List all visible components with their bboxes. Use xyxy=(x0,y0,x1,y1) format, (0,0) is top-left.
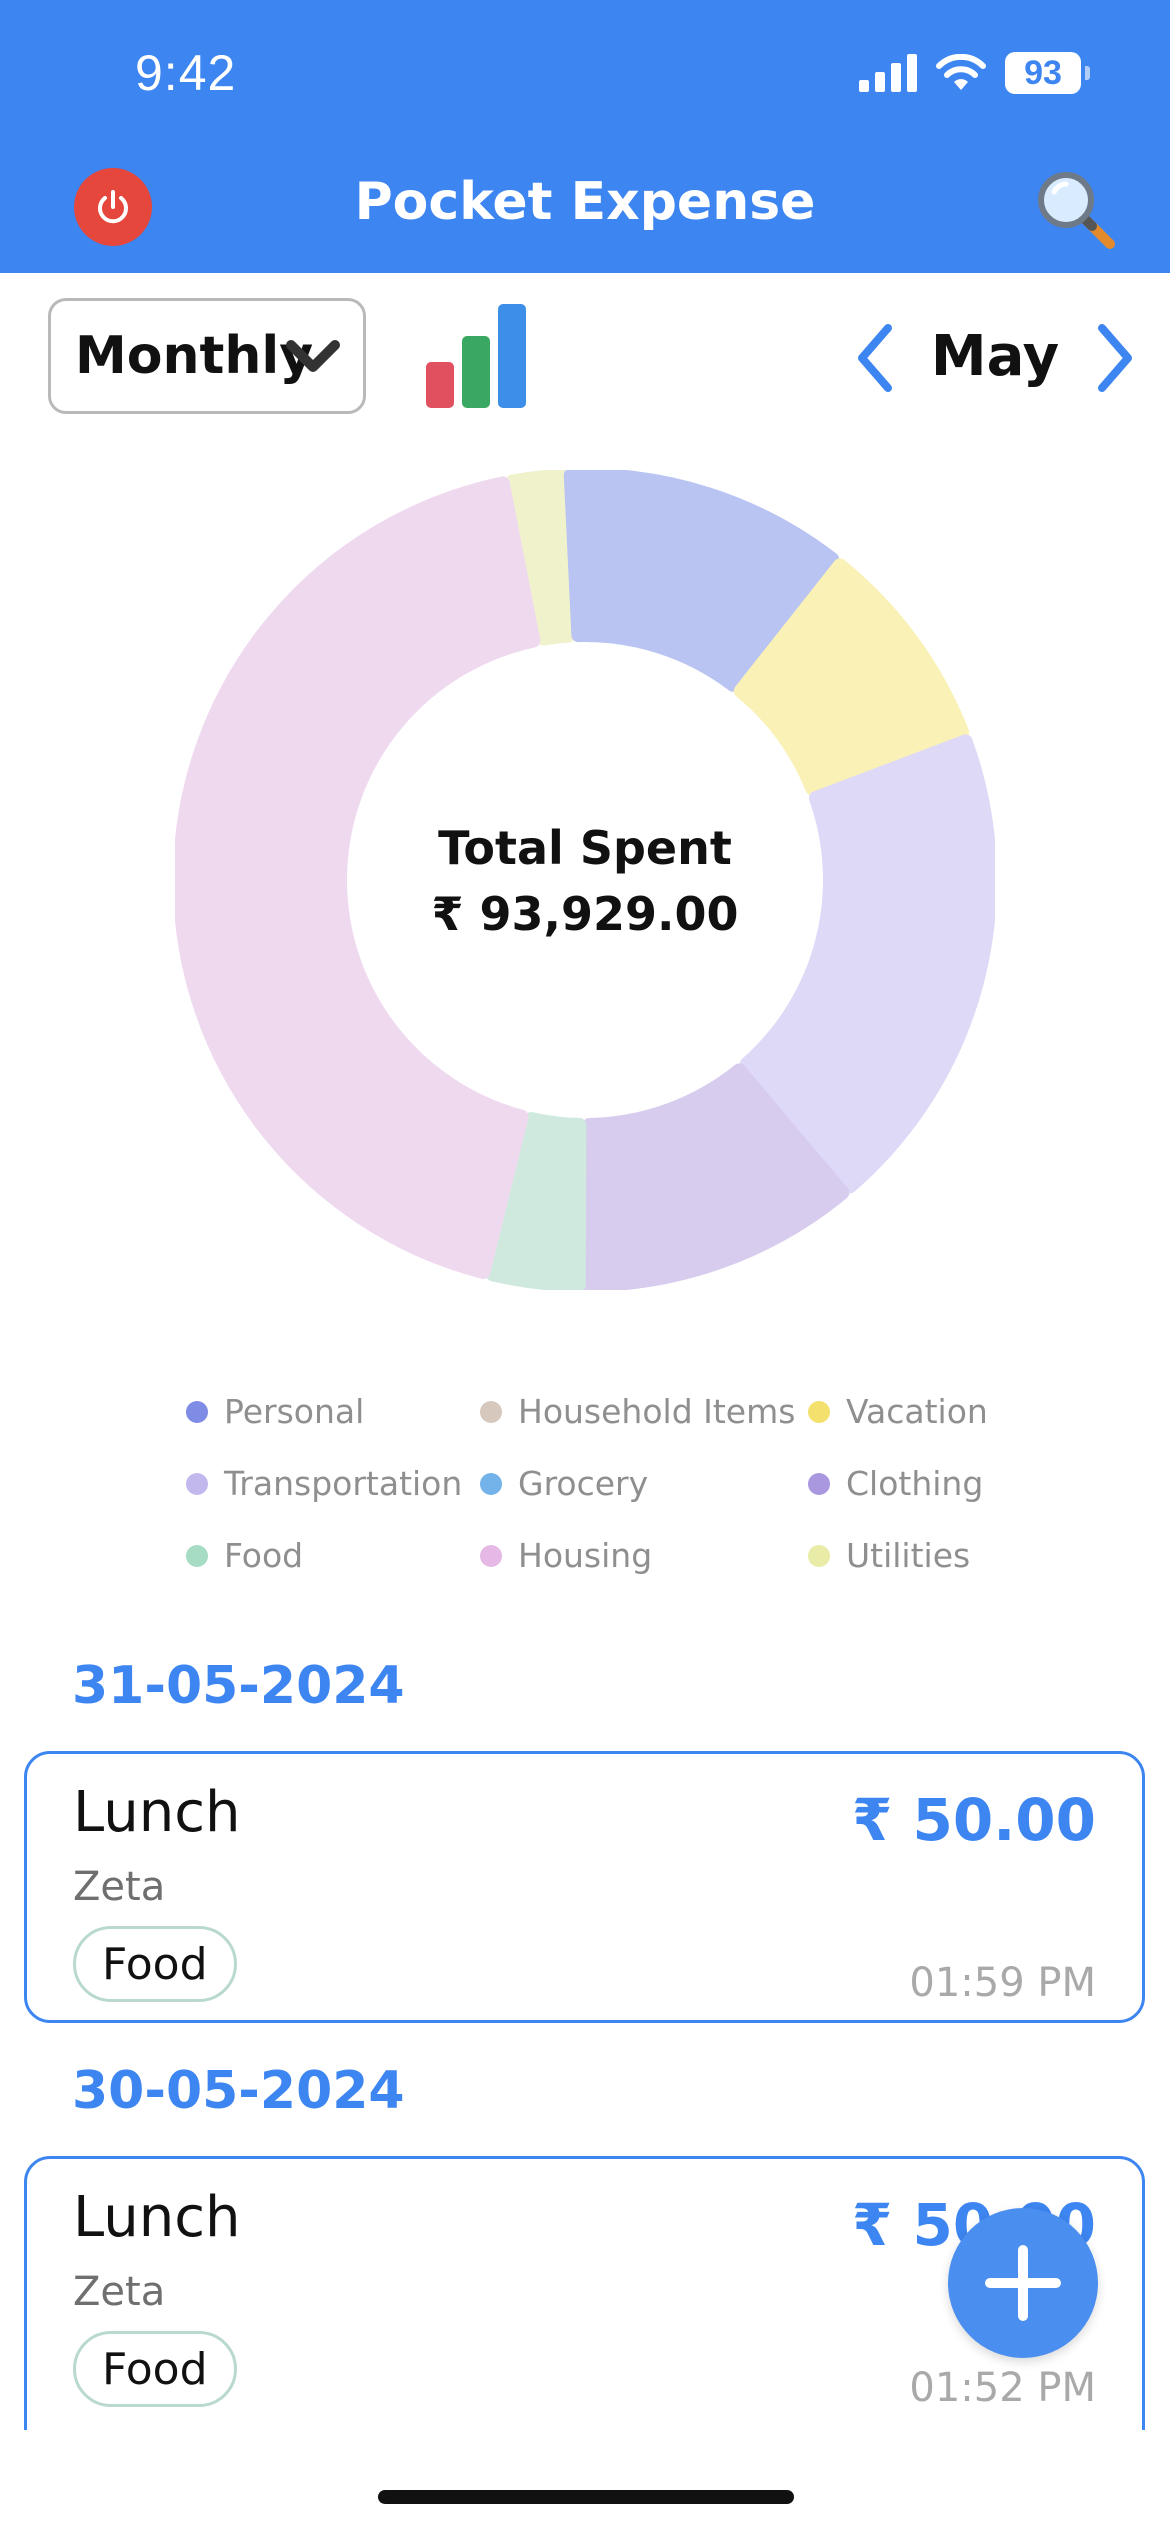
search-button[interactable] xyxy=(1032,166,1118,252)
legend-label: Vacation xyxy=(846,1392,988,1431)
legend-item: Household Items xyxy=(480,1392,795,1431)
legend-dot xyxy=(808,1472,830,1495)
legend-label: Household Items xyxy=(518,1392,796,1431)
category-tag: Food xyxy=(73,2331,237,2407)
home-indicator[interactable] xyxy=(378,2490,794,2504)
legend-dot xyxy=(186,1400,208,1423)
legend-dot xyxy=(808,1400,830,1423)
top-bar: 9:42 93 Pocket Expense xyxy=(0,0,1170,273)
legend-item: Utilities xyxy=(808,1536,970,1575)
legend-row: Personal Household Items Vacation xyxy=(186,1392,1086,1464)
legend-item: Food xyxy=(186,1536,303,1575)
expense-merchant: Zeta xyxy=(73,1864,166,1910)
legend-item: Transportation xyxy=(186,1464,462,1503)
total-spent-label: Total Spent xyxy=(438,821,732,875)
legend-dot xyxy=(480,1472,502,1495)
legend-item: Vacation xyxy=(808,1392,988,1431)
legend-label: Housing xyxy=(518,1536,653,1575)
chevron-down-icon xyxy=(286,340,340,372)
legend-row: Food Housing Utilities xyxy=(186,1536,1086,1608)
legend-label: Grocery xyxy=(518,1464,649,1503)
app-title: Pocket Expense xyxy=(354,172,816,232)
expense-time: 01:59 PM xyxy=(909,1960,1096,2006)
expense-title: Lunch xyxy=(73,1780,241,1845)
cellular-signal-icon xyxy=(859,54,917,92)
legend-label: Clothing xyxy=(846,1464,984,1503)
chart-view-button[interactable] xyxy=(422,300,534,412)
date-header: 31-05-2024 xyxy=(72,1656,405,1716)
legend-item: Housing xyxy=(480,1536,652,1575)
legend-item: Clothing xyxy=(808,1464,983,1503)
legend-item: Grocery xyxy=(480,1464,648,1503)
legend-label: Utilities xyxy=(846,1536,971,1575)
legend-item: Personal xyxy=(186,1392,364,1431)
battery-indicator: 93 xyxy=(1005,52,1081,94)
wifi-icon xyxy=(936,54,986,90)
expense-merchant: Zeta xyxy=(73,2269,166,2315)
expense-time: 01:52 PM xyxy=(909,2365,1096,2411)
legend-label: Personal xyxy=(224,1392,365,1431)
period-label: Monthly xyxy=(75,326,314,386)
bottom-safe-area xyxy=(0,2430,1170,2532)
status-icons: 93 xyxy=(859,52,1090,94)
legend-dot xyxy=(480,1400,502,1423)
date-header: 30-05-2024 xyxy=(72,2061,405,2121)
add-expense-button[interactable] xyxy=(948,2208,1098,2358)
expense-title: Lunch xyxy=(73,2185,241,2250)
total-spent-value: ₹ 93,929.00 xyxy=(431,887,739,941)
plus-icon xyxy=(985,2245,1061,2321)
chevron-right-icon[interactable] xyxy=(1090,320,1140,396)
bar-chart-icon xyxy=(426,304,526,408)
legend-dot xyxy=(186,1472,208,1495)
legend-label: Food xyxy=(224,1536,304,1575)
battery-tip xyxy=(1085,66,1090,80)
legend-dot xyxy=(808,1544,830,1567)
expense-amount: ₹ 50.00 xyxy=(851,1786,1096,1854)
total-spent: Total Spent ₹ 93,929.00 xyxy=(385,815,785,947)
expense-card[interactable]: Lunch Zeta Food ₹ 50.00 01:59 PM xyxy=(24,1751,1145,2023)
legend-dot xyxy=(186,1544,208,1567)
month-label: May xyxy=(930,324,1060,389)
category-tag: Food xyxy=(73,1926,237,2002)
chevron-left-icon[interactable] xyxy=(850,320,900,396)
legend-label: Transportation xyxy=(224,1464,463,1503)
month-navigator: May xyxy=(850,310,1140,406)
magnifier-icon xyxy=(1038,172,1115,249)
chart-legend: Personal Household Items Vacation Transp… xyxy=(186,1392,1086,1608)
legend-row: Transportation Grocery Clothing xyxy=(186,1464,1086,1536)
status-time: 9:42 xyxy=(135,45,237,101)
legend-dot xyxy=(480,1544,502,1567)
period-dropdown[interactable]: Monthly xyxy=(48,298,366,414)
